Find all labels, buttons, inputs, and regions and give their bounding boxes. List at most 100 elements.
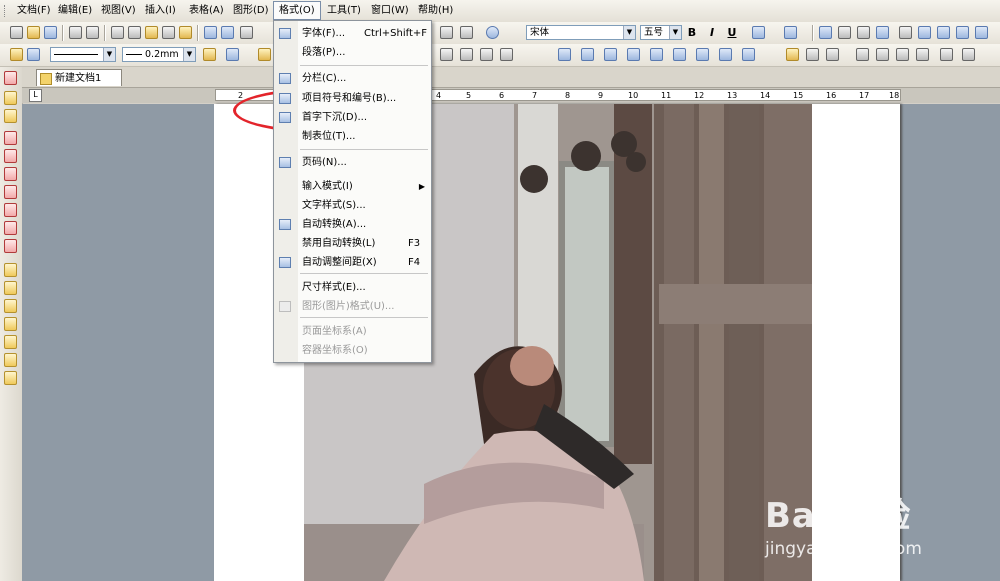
align-left-icon[interactable] bbox=[819, 26, 832, 39]
draw-line-icon[interactable] bbox=[4, 131, 17, 145]
chevron-down-icon[interactable]: ▼ bbox=[669, 26, 681, 39]
format-menu-item[interactable]: 页码(N)... bbox=[274, 153, 431, 172]
open-folder-icon[interactable] bbox=[27, 26, 40, 39]
draw-polygon-icon[interactable] bbox=[4, 203, 17, 217]
eyedropper-icon[interactable] bbox=[4, 371, 17, 385]
line-color-icon[interactable] bbox=[203, 48, 216, 61]
font-color-icon[interactable] bbox=[784, 26, 797, 39]
fill-color-icon[interactable] bbox=[258, 48, 271, 61]
fill-icon[interactable] bbox=[4, 353, 17, 367]
menu-tools[interactable]: 工具(T) bbox=[322, 2, 366, 19]
chevron-down-icon[interactable]: ▼ bbox=[183, 48, 195, 61]
format-menu-item[interactable]: 制表位(T)... bbox=[274, 127, 431, 146]
copy-icon[interactable] bbox=[128, 26, 141, 39]
rotate-icon[interactable] bbox=[940, 48, 953, 61]
paste-icon[interactable] bbox=[145, 26, 158, 39]
italic-button[interactable]: I bbox=[706, 25, 718, 40]
insert-frame-icon[interactable] bbox=[696, 48, 709, 61]
table-grid-icon[interactable] bbox=[440, 48, 453, 61]
spray-icon[interactable] bbox=[4, 299, 17, 313]
align-center-icon[interactable] bbox=[838, 26, 851, 39]
draw-rect-icon[interactable] bbox=[4, 149, 17, 163]
find-icon[interactable] bbox=[240, 26, 253, 39]
menu-view[interactable]: 视图(V) bbox=[96, 2, 141, 19]
format-menu-item[interactable]: 文字样式(S)... bbox=[274, 196, 431, 215]
show-marks-icon[interactable] bbox=[440, 26, 453, 39]
delete-icon[interactable] bbox=[162, 26, 175, 39]
new-doc-icon[interactable] bbox=[10, 26, 23, 39]
undo-icon[interactable] bbox=[204, 26, 217, 39]
cut-icon[interactable] bbox=[111, 26, 124, 39]
menu-document[interactable]: 文档(F) bbox=[12, 2, 56, 19]
draw-arc-icon[interactable] bbox=[4, 185, 17, 199]
indent-decrease-icon[interactable] bbox=[937, 26, 950, 39]
send-back-icon[interactable] bbox=[876, 48, 889, 61]
eraser-icon[interactable] bbox=[4, 335, 17, 349]
format-menu-item[interactable]: 自动调整间距(X) F4 bbox=[274, 253, 431, 272]
menu-edit[interactable]: 编辑(E) bbox=[53, 2, 97, 19]
format-menu-item[interactable]: 项目符号和编号(B)... bbox=[274, 89, 431, 108]
font-name-select[interactable]: 宋体 ▼ bbox=[526, 25, 636, 40]
menu-format[interactable]: 格式(O) bbox=[273, 1, 321, 20]
menu-table[interactable]: 表格(A) bbox=[184, 2, 229, 19]
menu-help[interactable]: 帮助(H) bbox=[413, 2, 458, 19]
magnet-icon[interactable] bbox=[4, 71, 17, 85]
highlight-icon[interactable] bbox=[752, 26, 765, 39]
insert-chart-icon[interactable] bbox=[627, 48, 640, 61]
format-menu-item[interactable]: 字体(F)... Ctrl+Shift+F bbox=[274, 24, 431, 43]
ungroup-icon[interactable] bbox=[916, 48, 929, 61]
draw-ellipse-icon[interactable] bbox=[4, 167, 17, 181]
border-icon[interactable] bbox=[806, 48, 819, 61]
redo-icon[interactable] bbox=[221, 26, 234, 39]
insert-arrow-icon[interactable] bbox=[673, 48, 686, 61]
indent-increase-icon[interactable] bbox=[956, 26, 969, 39]
menu-window[interactable]: 窗口(W) bbox=[366, 2, 414, 19]
shading-icon[interactable] bbox=[826, 48, 839, 61]
menu-graphics[interactable]: 图形(D) bbox=[228, 2, 274, 19]
numbering-icon[interactable] bbox=[918, 26, 931, 39]
insert-image-icon[interactable] bbox=[558, 48, 571, 61]
draw-mode-icon[interactable] bbox=[10, 48, 23, 61]
format-menu-item[interactable]: 自动转换(A)... bbox=[274, 215, 431, 234]
pen-icon[interactable] bbox=[4, 263, 17, 277]
bullets-toolbar-icon[interactable] bbox=[899, 26, 912, 39]
format-menu-item[interactable]: 输入模式(I) ▶ bbox=[274, 177, 431, 196]
format-menu-item[interactable]: 分栏(C)... bbox=[274, 69, 431, 88]
insert-formula-icon[interactable] bbox=[650, 48, 663, 61]
print-preview-icon[interactable] bbox=[86, 26, 99, 39]
format-menu-item[interactable]: 段落(P)... bbox=[274, 43, 431, 62]
line-width-select[interactable]: 0.2mm ▼ bbox=[122, 47, 196, 62]
table-merge-icon[interactable] bbox=[480, 48, 493, 61]
format-menu-item[interactable]: 禁用自动转换(L) F3 bbox=[274, 234, 431, 253]
lightning-icon[interactable] bbox=[4, 91, 17, 105]
insert-symbol-icon[interactable] bbox=[460, 26, 473, 39]
print-icon[interactable] bbox=[69, 26, 82, 39]
node-edit-icon[interactable] bbox=[4, 317, 17, 331]
chevron-down-icon[interactable]: ▼ bbox=[623, 26, 635, 39]
insert-callout-icon[interactable] bbox=[719, 48, 732, 61]
bring-front-icon[interactable] bbox=[856, 48, 869, 61]
color-picker-icon[interactable] bbox=[786, 48, 799, 61]
bold-button[interactable]: B bbox=[686, 25, 698, 40]
eye-icon[interactable] bbox=[4, 109, 17, 123]
tab-stop-selector[interactable]: L bbox=[29, 89, 42, 102]
fill-pattern-icon[interactable] bbox=[226, 48, 239, 61]
line-style-select[interactable]: ▼ bbox=[50, 47, 116, 62]
align-right-icon[interactable] bbox=[857, 26, 870, 39]
insert-shape-icon[interactable] bbox=[581, 48, 594, 61]
edit-shape-icon[interactable] bbox=[27, 48, 40, 61]
brush-icon[interactable] bbox=[4, 281, 17, 295]
font-size-select[interactable]: 五号 ▼ bbox=[640, 25, 682, 40]
draw-text-icon[interactable] bbox=[4, 239, 17, 253]
help-icon[interactable] bbox=[486, 26, 499, 39]
line-spacing-icon[interactable] bbox=[975, 26, 988, 39]
format-menu-item[interactable]: 首字下沉(D)... bbox=[274, 108, 431, 127]
flip-icon[interactable] bbox=[962, 48, 975, 61]
format-painter-icon[interactable] bbox=[179, 26, 192, 39]
format-menu-item[interactable]: 尺寸样式(E)... bbox=[274, 278, 431, 297]
group-icon[interactable] bbox=[896, 48, 909, 61]
draw-curve-icon[interactable] bbox=[4, 221, 17, 235]
table-split-icon[interactable] bbox=[500, 48, 513, 61]
chevron-down-icon[interactable]: ▼ bbox=[103, 48, 115, 61]
table-lines-icon[interactable] bbox=[460, 48, 473, 61]
